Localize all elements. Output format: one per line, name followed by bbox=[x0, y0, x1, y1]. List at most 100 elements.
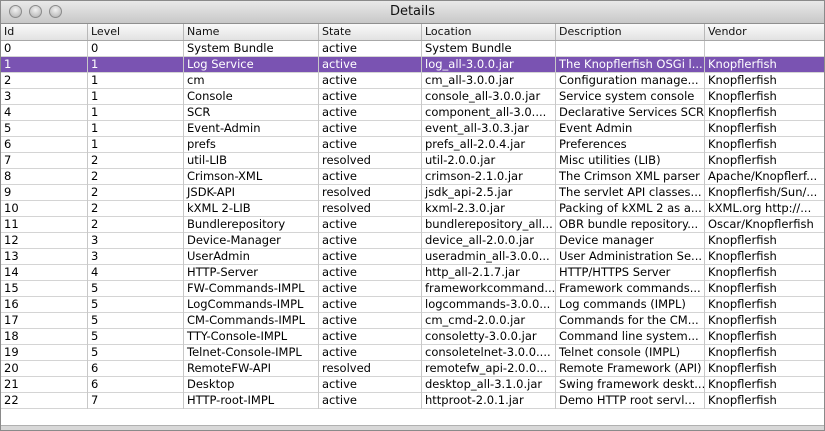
cell-level: 6 bbox=[88, 377, 184, 393]
cell-level: 5 bbox=[88, 297, 184, 313]
table-row[interactable]: 20 6 RemoteFW-API resolved remotefw_api-2.0.… bbox=[1, 361, 824, 377]
cell-description: Misc utilities (LIB) bbox=[556, 153, 705, 169]
cell-id: 20 bbox=[1, 361, 88, 377]
cell-description: OBR bundle repository... bbox=[556, 217, 705, 233]
cell-id: 12 bbox=[1, 233, 88, 249]
column-header-location[interactable]: Location bbox=[422, 24, 556, 40]
cell-level: 1 bbox=[88, 121, 184, 137]
cell-location: httproot-2.0.1.jar bbox=[422, 393, 556, 409]
cell-level: 2 bbox=[88, 169, 184, 185]
cell-description: The servlet API classes... bbox=[556, 185, 705, 201]
cell-vendor: Knopflerfish bbox=[708, 153, 777, 167]
cell-name: SCR bbox=[184, 105, 319, 121]
cell-id: 21 bbox=[1, 377, 88, 393]
table-row[interactable]: 2 1 cm active cm_all-3.0.0.jar Configuration … bbox=[1, 73, 824, 89]
cell-level: 6 bbox=[88, 361, 184, 377]
cell-id: 7 bbox=[1, 153, 88, 169]
cell-location: device_all-2.0.0.jar bbox=[422, 233, 556, 249]
cell-name: FW-Commands-IMPL bbox=[184, 281, 319, 297]
cell-name: kXML 2-LIB bbox=[184, 201, 319, 217]
table-row[interactable]: 1 1 Log Service active log_all-3.0.0.jar The … bbox=[1, 57, 824, 73]
cell-description: Remote Framework (API) bbox=[556, 361, 705, 377]
cell-description: Log commands (IMPL) bbox=[556, 297, 705, 313]
cell-state: resolved bbox=[319, 361, 422, 377]
cell-name: LogCommands-IMPL bbox=[184, 297, 319, 313]
cell-location: bundlerepository_all... bbox=[422, 217, 556, 233]
cell-state: resolved bbox=[319, 153, 422, 169]
cell-state: active bbox=[319, 281, 422, 297]
table-row[interactable]: 18 5 TTY-Console-IMPL active consoletty-3.0.… bbox=[1, 329, 824, 345]
cell-vendor: Knopflerfish bbox=[708, 345, 777, 359]
table-row[interactable]: 12 3 Device-Manager active device_all-2.0.0.… bbox=[1, 233, 824, 249]
cell-name: CM-Commands-IMPL bbox=[184, 313, 319, 329]
table-row[interactable]: 0 0 System Bundle active System Bundle bbox=[1, 41, 824, 57]
cell-name: UserAdmin bbox=[184, 249, 319, 265]
table-row[interactable]: 6 1 prefs active prefs_all-2.0.4.jar Preferen… bbox=[1, 137, 824, 153]
cell-level: 5 bbox=[88, 313, 184, 329]
cell-vendor: Knopflerfish bbox=[708, 313, 777, 327]
table-row[interactable]: 16 5 LogCommands-IMPL active logcommands-3.0… bbox=[1, 297, 824, 313]
column-header-vendor[interactable]: Vendor bbox=[705, 24, 824, 40]
cell-description: Preferences bbox=[556, 137, 705, 153]
cell-id: 22 bbox=[1, 393, 88, 409]
column-header-state[interactable]: State bbox=[319, 24, 422, 40]
cell-state: active bbox=[319, 345, 422, 361]
cell-vendor: Knopflerfish bbox=[708, 265, 777, 279]
table-row[interactable]: 15 5 FW-Commands-IMPL active frameworkcomman… bbox=[1, 281, 824, 297]
table-row[interactable]: 5 1 Event-Admin active event_all-3.0.3.jar Ev… bbox=[1, 121, 824, 137]
cell-state: active bbox=[319, 169, 422, 185]
cell-state: active bbox=[319, 89, 422, 105]
table-row[interactable]: 4 1 SCR active component_all-3.0.... Declarat… bbox=[1, 105, 824, 121]
column-header-name[interactable]: Name bbox=[184, 24, 319, 40]
cell-state: resolved bbox=[319, 201, 422, 217]
cell-vendor: Knopflerfish/Sun/... bbox=[708, 185, 818, 199]
table-row[interactable]: 21 6 Desktop active desktop_all-3.1.0.jar Swi… bbox=[1, 377, 824, 393]
cell-level: 5 bbox=[88, 345, 184, 361]
table-row[interactable]: 17 5 CM-Commands-IMPL active cm_cmd-2.0.0.ja… bbox=[1, 313, 824, 329]
table-row[interactable]: 22 7 HTTP-root-IMPL active httproot-2.0.1.ja… bbox=[1, 393, 824, 409]
cell-level: 2 bbox=[88, 201, 184, 217]
cell-id: 17 bbox=[1, 313, 88, 329]
cell-name: Console bbox=[184, 89, 319, 105]
cell-vendor: Knopflerfish bbox=[708, 137, 777, 151]
cell-level: 3 bbox=[88, 249, 184, 265]
cell-level: 1 bbox=[88, 137, 184, 153]
cell-level: 5 bbox=[88, 329, 184, 345]
cell-id: 5 bbox=[1, 121, 88, 137]
cell-location: cm_cmd-2.0.0.jar bbox=[422, 313, 556, 329]
table-row[interactable]: 9 2 JSDK-API resolved jsdk_api-2.5.jar The se… bbox=[1, 185, 824, 201]
cell-description: Command line system... bbox=[556, 329, 705, 345]
table-row[interactable]: 11 2 Bundlerepository active bundlerepositor… bbox=[1, 217, 824, 233]
table-row[interactable]: 19 5 Telnet-Console-IMPL active consoletelne… bbox=[1, 345, 824, 361]
title-bar[interactable]: Details bbox=[1, 1, 824, 24]
cell-level: 1 bbox=[88, 57, 184, 73]
cell-state: active bbox=[319, 265, 422, 281]
cell-state: active bbox=[319, 233, 422, 249]
cell-state: active bbox=[319, 249, 422, 265]
cell-state: resolved bbox=[319, 185, 422, 201]
cell-location: http_all-2.1.7.jar bbox=[422, 265, 556, 281]
table-row[interactable]: 13 3 UserAdmin active useradmin_all-3.0.0...… bbox=[1, 249, 824, 265]
cell-vendor: Knopflerfish bbox=[708, 393, 777, 407]
cell-id: 13 bbox=[1, 249, 88, 265]
cell-description: Declarative Services SCR bbox=[556, 105, 705, 121]
details-window: Details Id Level Name State Location Descript… bbox=[0, 0, 825, 431]
cell-name: prefs bbox=[184, 137, 319, 153]
cell-level: 1 bbox=[88, 89, 184, 105]
cell-state: active bbox=[319, 297, 422, 313]
cell-vendor: Knopflerfish bbox=[708, 297, 777, 311]
cell-level: 3 bbox=[88, 233, 184, 249]
cell-level: 2 bbox=[88, 217, 184, 233]
cell-id: 11 bbox=[1, 217, 88, 233]
table-row[interactable]: 8 2 Crimson-XML active crimson-2.1.0.jar The … bbox=[1, 169, 824, 185]
column-header-id[interactable]: Id bbox=[1, 24, 88, 40]
cell-location: log_all-3.0.0.jar bbox=[422, 57, 556, 73]
table-row[interactable]: 10 2 kXML 2-LIB resolved kxml-2.3.0.jar Packi… bbox=[1, 201, 824, 217]
cell-vendor: Knopflerfish bbox=[708, 361, 777, 375]
table-row[interactable]: 7 2 util-LIB resolved util-2.0.0.jar Misc uti… bbox=[1, 153, 824, 169]
column-header-level[interactable]: Level bbox=[88, 24, 184, 40]
table-row[interactable]: 3 1 Console active console_all-3.0.0.jar Serv… bbox=[1, 89, 824, 105]
table-row[interactable]: 14 4 HTTP-Server active http_all-2.1.7.jar HT… bbox=[1, 265, 824, 281]
column-header-description[interactable]: Description bbox=[556, 24, 705, 40]
cell-location: desktop_all-3.1.0.jar bbox=[422, 377, 556, 393]
